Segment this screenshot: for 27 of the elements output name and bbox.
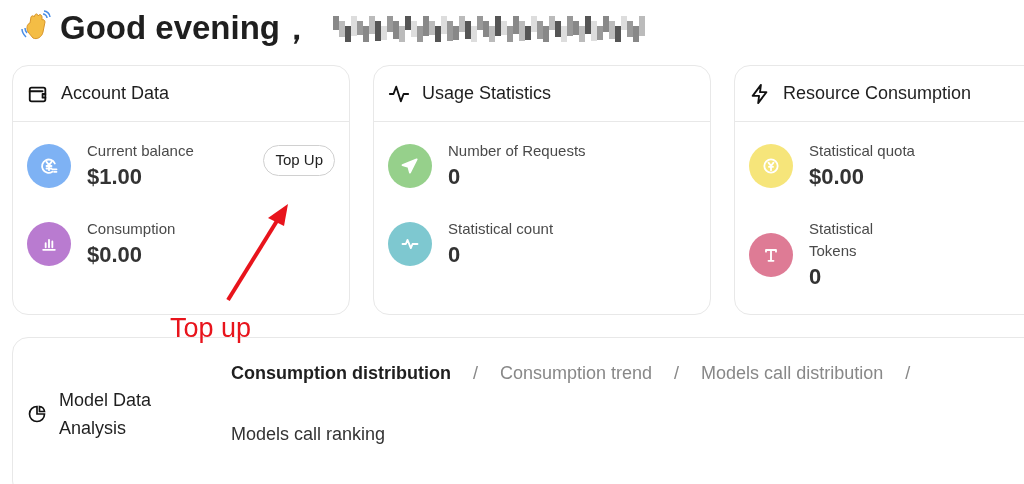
- stat-label: Statistical quota: [809, 141, 915, 161]
- stat-label: Current balance: [87, 141, 194, 161]
- analysis-tab[interactable]: Consumption distribution: [231, 360, 451, 387]
- breadcrumb-separator: /: [905, 362, 911, 385]
- stat-value: $0.00: [87, 241, 144, 269]
- breadcrumb-separator: /: [472, 362, 478, 385]
- card-title: Usage Statistics: [422, 82, 552, 105]
- stat-value: $1.00: [87, 163, 144, 191]
- card-title: Account Data: [61, 82, 170, 105]
- stat-value: $0.00: [809, 163, 866, 191]
- stat-value: 0: [809, 263, 823, 291]
- card-title: Resource Consumption: [783, 82, 972, 105]
- section-title: Model Data Analysis: [59, 389, 153, 440]
- breadcrumb-separator: /: [674, 362, 680, 385]
- analysis-tab[interactable]: Models call distribution: [701, 360, 884, 387]
- stat-label: Statistical count: [448, 219, 554, 239]
- stat-value: 0: [448, 241, 462, 269]
- analysis-tab[interactable]: Consumption trend: [500, 360, 653, 387]
- pie-chart-icon: [27, 404, 47, 424]
- top-up-button[interactable]: Top Up: [263, 145, 335, 176]
- stat-label: Consumption: [87, 219, 176, 239]
- analysis-tab[interactable]: Models call ranking: [231, 421, 386, 448]
- stat-label: Statistical Tokens: [809, 219, 875, 261]
- stat-label: Number of Requests: [448, 141, 586, 161]
- annotation-text: Top up: [170, 312, 252, 345]
- greeting-title: Good evening，: [60, 8, 313, 49]
- stat-value: 0: [448, 163, 462, 191]
